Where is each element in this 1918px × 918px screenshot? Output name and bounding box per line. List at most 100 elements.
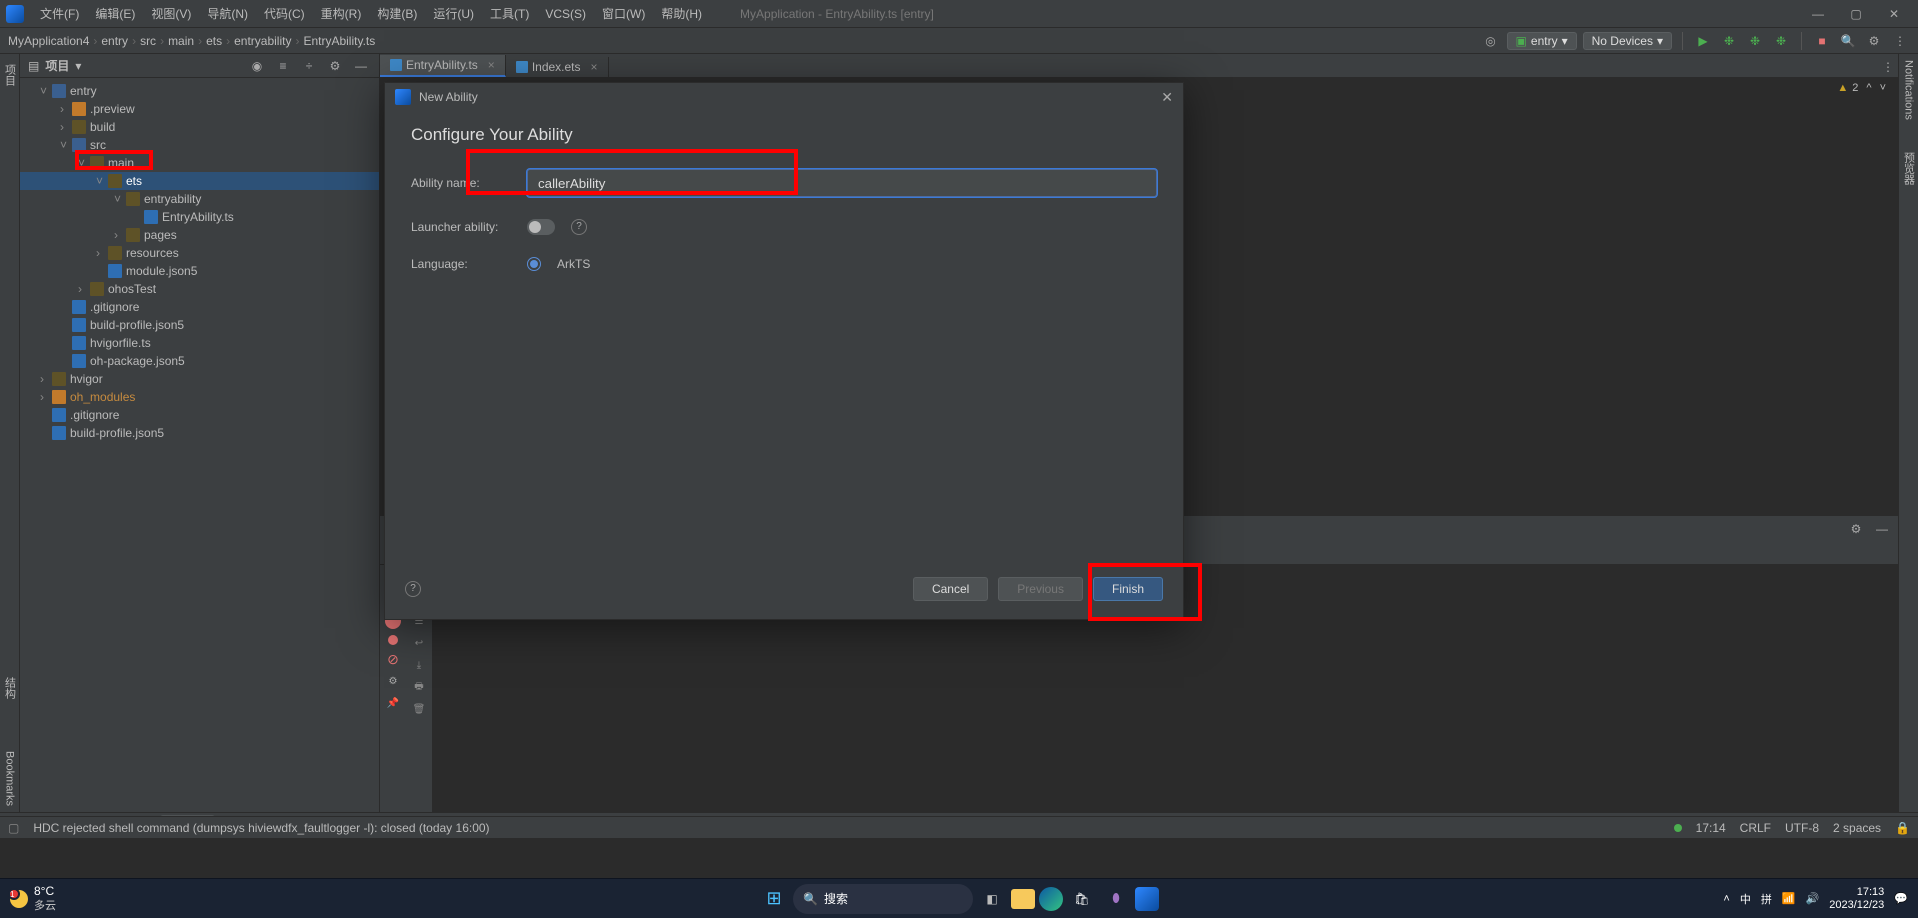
left-gutter-project[interactable]: 项目	[2, 58, 18, 92]
clock[interactable]: 17:13 2023/12/23	[1829, 886, 1884, 910]
notifications-icon[interactable]: 💬	[1894, 892, 1908, 905]
launcher-ability-toggle[interactable]	[527, 219, 555, 235]
run-config-module[interactable]: ▣entry ▾	[1507, 32, 1577, 50]
project-tree[interactable]: ˅entry›.preview›build˅src˅main˅ets˅entry…	[20, 78, 379, 812]
menu-window[interactable]: 窗口(W)	[594, 5, 653, 22]
vs-icon[interactable]: ⬮	[1101, 884, 1131, 914]
tree-row[interactable]: .gitignore	[20, 298, 379, 316]
start-icon[interactable]: ⊞	[759, 884, 789, 914]
crumb-0[interactable]: MyApplication4	[8, 34, 89, 48]
tree-row[interactable]: ›ohosTest	[20, 280, 379, 298]
window-minimize-icon[interactable]: —	[1804, 7, 1832, 21]
sync-icon[interactable]: ◎	[1481, 31, 1501, 51]
crumb-1[interactable]: entry	[101, 34, 128, 48]
close-tab-icon[interactable]: ×	[488, 58, 495, 72]
status-line-sep[interactable]: CRLF	[1740, 821, 1771, 835]
ability-name-input[interactable]	[527, 169, 1157, 197]
crumb-6[interactable]: EntryAbility.ts	[303, 34, 375, 48]
tray-chevron-icon[interactable]: ˄	[1723, 893, 1729, 905]
tree-row[interactable]: ›pages	[20, 226, 379, 244]
tree-row[interactable]: oh-package.json5	[20, 352, 379, 370]
debug-icon[interactable]: ❉	[1719, 31, 1739, 51]
window-maximize-icon[interactable]: ▢	[1842, 7, 1870, 21]
editor-tab-1[interactable]: Index.ets×	[506, 57, 609, 77]
right-gutter-notifications[interactable]: Notifications	[1903, 54, 1915, 126]
left-gutter-bookmarks[interactable]: Bookmarks	[4, 745, 16, 812]
clear-icon[interactable]: 🗑	[411, 701, 427, 717]
stop-icon[interactable]: ■	[1812, 31, 1832, 51]
tree-row[interactable]: EntryAbility.ts	[20, 208, 379, 226]
edge-icon[interactable]	[1039, 887, 1063, 911]
tree-row[interactable]: ›.preview	[20, 100, 379, 118]
ime-lang[interactable]: 中	[1740, 891, 1751, 907]
menu-view[interactable]: 视图(V)	[143, 5, 199, 22]
tree-row[interactable]: .gitignore	[20, 406, 379, 424]
crumb-3[interactable]: main	[168, 34, 194, 48]
tree-row[interactable]: ›hvigor	[20, 370, 379, 388]
volume-icon[interactable]: 🔊	[1806, 892, 1820, 905]
status-indent[interactable]: 2 spaces	[1833, 821, 1881, 835]
menu-run[interactable]: 运行(U)	[425, 5, 482, 22]
tree-row[interactable]: ˅main	[20, 154, 379, 172]
cancel-button[interactable]: Cancel	[913, 577, 988, 601]
close-tab-icon[interactable]: ×	[591, 60, 598, 74]
run-icon[interactable]: ▶	[1693, 31, 1713, 51]
dialog-help-icon[interactable]: ?	[405, 581, 421, 597]
crumb-5[interactable]: entryability	[234, 34, 291, 48]
tree-row[interactable]: ›resources	[20, 244, 379, 262]
panel-gear-icon[interactable]: ⚙	[1846, 519, 1866, 539]
dialog-close-icon[interactable]: ✕	[1161, 89, 1173, 106]
menu-refactor[interactable]: 重构(R)	[313, 5, 370, 22]
weather-widget[interactable]: 1 8°C 多云	[10, 885, 56, 913]
menu-build[interactable]: 构建(B)	[369, 5, 425, 22]
panel-hide-icon[interactable]: —	[1872, 519, 1892, 539]
left-gutter-structure[interactable]: 结构	[2, 671, 18, 705]
editor-tab-active[interactable]: EntryAbility.ts×	[380, 55, 506, 77]
project-view-icon[interactable]: ▤	[28, 59, 39, 73]
tree-row[interactable]: ›oh_modules	[20, 388, 379, 406]
mute-bp-icon[interactable]: ⊘	[385, 651, 401, 667]
editor-more-icon[interactable]: ⋮	[1878, 57, 1898, 77]
tree-row[interactable]: hvigorfile.ts	[20, 334, 379, 352]
taskbar-search[interactable]: 🔍 搜索	[793, 884, 973, 914]
devstudio-icon[interactable]	[1135, 887, 1159, 911]
task-view-icon[interactable]: ◧	[977, 884, 1007, 914]
menu-code[interactable]: 代码(C)	[256, 5, 313, 22]
menu-tools[interactable]: 工具(T)	[482, 5, 537, 22]
wifi-icon[interactable]: 📶	[1782, 892, 1796, 905]
device-selector[interactable]: No Devices ▾	[1583, 32, 1672, 50]
store-icon[interactable]: 🛍	[1067, 884, 1097, 914]
coverage-icon[interactable]: ❉	[1745, 31, 1765, 51]
tree-row[interactable]: ˅entryability	[20, 190, 379, 208]
previous-button[interactable]: Previous	[998, 577, 1083, 601]
menu-vcs[interactable]: VCS(S)	[537, 7, 594, 21]
crumb-4[interactable]: ets	[206, 34, 222, 48]
tree-row[interactable]: module.json5	[20, 262, 379, 280]
hide-icon[interactable]: —	[351, 56, 371, 76]
gear-icon[interactable]: ⚙	[325, 56, 345, 76]
collapse-icon[interactable]: ≡	[273, 56, 293, 76]
menu-file[interactable]: 文件(F)	[32, 5, 87, 22]
tree-row[interactable]: ›build	[20, 118, 379, 136]
ime-mode[interactable]: 拼	[1761, 891, 1772, 907]
locate-icon[interactable]: ◉	[247, 56, 267, 76]
settings-debug-icon[interactable]: ⚙	[385, 673, 401, 689]
menu-navigate[interactable]: 导航(N)	[199, 5, 256, 22]
tree-row[interactable]: ˅src	[20, 136, 379, 154]
tree-row[interactable]: build-profile.json5	[20, 316, 379, 334]
finish-button[interactable]: Finish	[1093, 577, 1163, 601]
crumb-2[interactable]: src	[140, 34, 156, 48]
status-lock-icon[interactable]: 🔒	[1895, 821, 1910, 835]
breakpoint-icon[interactable]	[388, 635, 398, 645]
profile-icon[interactable]: ❉	[1771, 31, 1791, 51]
explorer-icon[interactable]	[1011, 889, 1035, 909]
window-close-icon[interactable]: ✕	[1880, 7, 1908, 21]
menu-edit[interactable]: 编辑(E)	[87, 5, 143, 22]
scroll-icon[interactable]: ⤓	[411, 657, 427, 673]
tree-row[interactable]: build-profile.json5	[20, 424, 379, 442]
tree-row[interactable]: ˅entry	[20, 82, 379, 100]
inspection-widget[interactable]: ▲2^˅	[1837, 82, 1886, 94]
print-icon[interactable]: 🖶	[411, 679, 427, 695]
menu-help[interactable]: 帮助(H)	[653, 5, 710, 22]
status-encoding[interactable]: UTF-8	[1785, 821, 1819, 835]
